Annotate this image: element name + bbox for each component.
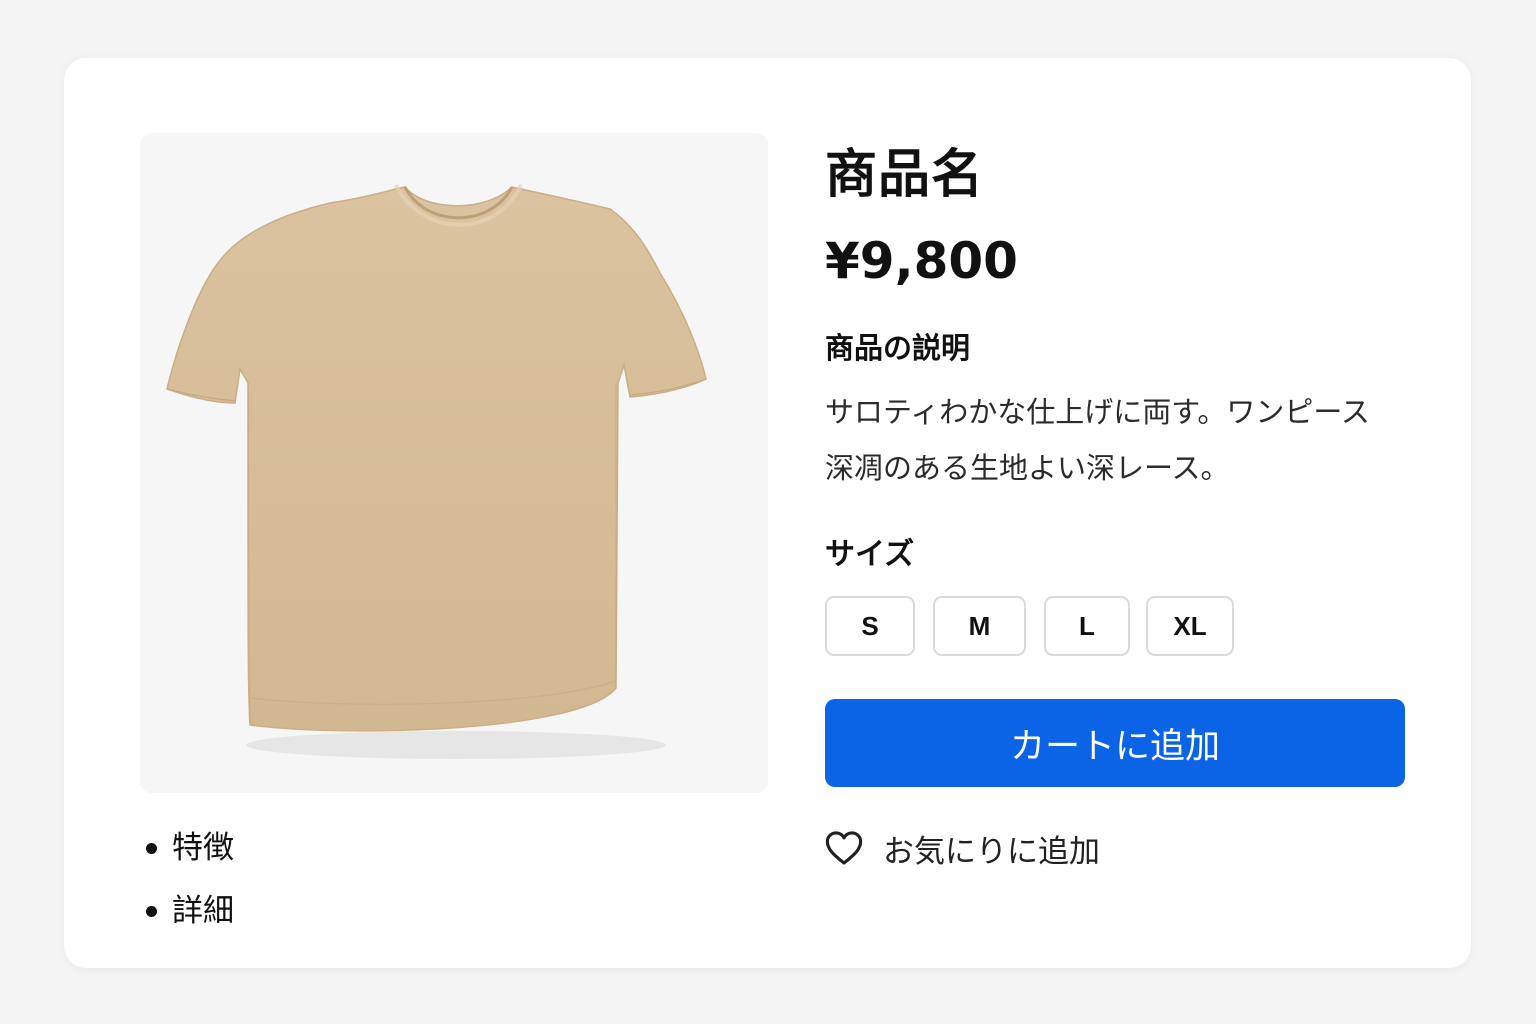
description-heading: 商品の説明 [825,331,971,365]
product-card: 特徴 詳細 商品名 ¥9,800 商品の説明 サロティわかな仕上げに両す。ワンピ… [64,58,1471,968]
product-price: ¥9,800 [825,232,1018,290]
description-line: 深凋のある生地よい深レース。 [825,451,1230,485]
heart-icon [825,831,863,865]
size-option-s[interactable]: S [825,596,915,656]
size-option-m[interactable]: M [933,596,1026,656]
product-title: 商品名 [825,145,985,205]
add-to-cart-button[interactable]: カートに追加 [825,699,1405,787]
feature-item: 特徴 [146,824,234,887]
size-option-l[interactable]: L [1044,596,1130,656]
size-heading: サイズ [825,537,915,572]
description-line: サロティわかな仕上げに両す。ワンピース [825,395,1370,429]
product-description: サロティわかな仕上げに両す。ワンピース 深凋のある生地よい深レース。 [825,384,1445,496]
add-to-favorites-button[interactable]: お気にりに追加 [825,822,1100,874]
feature-list: 特徴 詳細 [146,824,234,950]
feature-item: 詳細 [146,887,234,950]
product-image [140,133,768,793]
t-shirt-image [140,133,768,793]
size-option-xl[interactable]: XL [1146,596,1234,656]
add-to-favorites-label: お気にりに追加 [883,833,1100,870]
